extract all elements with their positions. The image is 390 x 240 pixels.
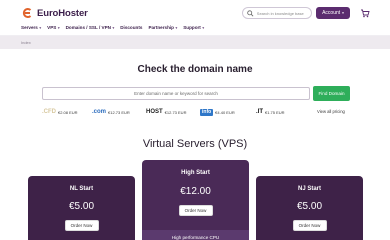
tld-item[interactable]: info €4.40 EUR (200, 107, 235, 117)
nav-domains[interactable]: Domains / SSL / VPN ▾ (66, 25, 115, 30)
tld-item[interactable]: .com €12.73 EUR (92, 107, 130, 117)
nav-discounts[interactable]: Discounts (120, 25, 142, 30)
nav-label: VPS (47, 25, 57, 30)
nav-label: Servers (21, 25, 38, 30)
tld-price: €4.40 EUR (215, 109, 235, 115)
nav-label: Partnership (148, 25, 174, 30)
plan-name: High Start (181, 170, 210, 176)
top-header: EuroHoster Account ▾ Servers▾ VPS▾ Domai… (0, 0, 390, 36)
plan-price: €5.00 (296, 201, 323, 212)
chevron-down-icon: ▾ (202, 25, 205, 30)
order-now-button[interactable]: Order Now (178, 205, 213, 216)
chevron-down-icon: ▾ (112, 25, 115, 30)
tld-price: €12.73 EUR (108, 109, 130, 115)
tld-item[interactable]: .IT €1.75 EUR (256, 107, 285, 117)
account-label: Account (322, 10, 341, 16)
nav-partnership[interactable]: Partnership ▾ (148, 25, 177, 30)
vps-plan-card: NJ Start €5.00 Order Now (256, 176, 363, 240)
logo-text: EuroHoster (37, 7, 88, 19)
tld-logo: .IT (256, 109, 263, 115)
logo-icon (21, 7, 33, 19)
tld-logo: HOST (146, 109, 163, 115)
search-box[interactable] (242, 7, 312, 19)
chevron-down-icon: ▾ (57, 25, 60, 30)
account-button[interactable]: Account ▾ (316, 7, 350, 19)
nav-servers[interactable]: Servers ▾ (21, 25, 41, 30)
find-domain-button[interactable]: Find Domain (313, 86, 350, 101)
chevron-down-icon: ▾ (39, 25, 42, 30)
nav-support[interactable]: Support ▾ (183, 25, 204, 30)
plan-price: €5.00 (68, 201, 95, 212)
domain-search-input[interactable] (42, 87, 310, 100)
breadcrumb-current[interactable]: Index (21, 40, 31, 45)
nav-label: Domains / SSL / VPN (65, 25, 111, 30)
order-now-button[interactable]: Order Now (64, 220, 99, 231)
tld-logo: .CFD (42, 109, 56, 115)
main-nav: Servers ▾ VPS ▾ Domains / SSL / VPN ▾ Disco… (21, 25, 204, 30)
search-input[interactable] (256, 10, 311, 16)
vps-section-title: Virtual Servers (VPS) (142, 138, 248, 150)
tld-price: €1.75 EUR (265, 109, 285, 115)
tld-price: €2.08 EUR (58, 109, 78, 115)
tld-item[interactable]: HOST €12.73 EUR (146, 107, 186, 117)
tld-item[interactable]: .CFD €2.08 EUR (42, 107, 78, 117)
tld-price: €12.73 EUR (164, 109, 187, 115)
breadcrumb: Index (0, 36, 390, 49)
plan-name: NJ Start (297, 186, 321, 192)
search-icon (247, 9, 254, 17)
domain-title: Check the domain name (137, 64, 253, 75)
cart-icon[interactable] (360, 8, 370, 18)
nav-vps[interactable]: VPS ▾ (47, 25, 59, 30)
chevron-down-icon: ▾ (175, 25, 178, 30)
tld-price-list: .CFD €2.08 EUR .com €12.73 EUR HOST €12.… (42, 107, 350, 117)
view-all-pricing-link[interactable]: View all pricing (317, 109, 345, 114)
plan-feature: High performance CPU (142, 230, 249, 240)
tld-logo: .com (92, 109, 107, 115)
chevron-down-icon: ▾ (342, 11, 344, 15)
plan-price: €12.00 (180, 186, 211, 197)
vps-plan-card-featured: High Start €12.00 Order Now High perform… (142, 160, 249, 240)
plan-name: NL Start (69, 186, 94, 192)
tld-logo: info (200, 108, 214, 116)
vps-plan-card: NL Start €5.00 Order Now (28, 176, 135, 240)
logo[interactable]: EuroHoster (21, 7, 88, 19)
order-now-button[interactable]: Order Now (292, 220, 327, 231)
nav-label: Discounts (120, 25, 143, 30)
nav-label: Support (183, 25, 201, 30)
